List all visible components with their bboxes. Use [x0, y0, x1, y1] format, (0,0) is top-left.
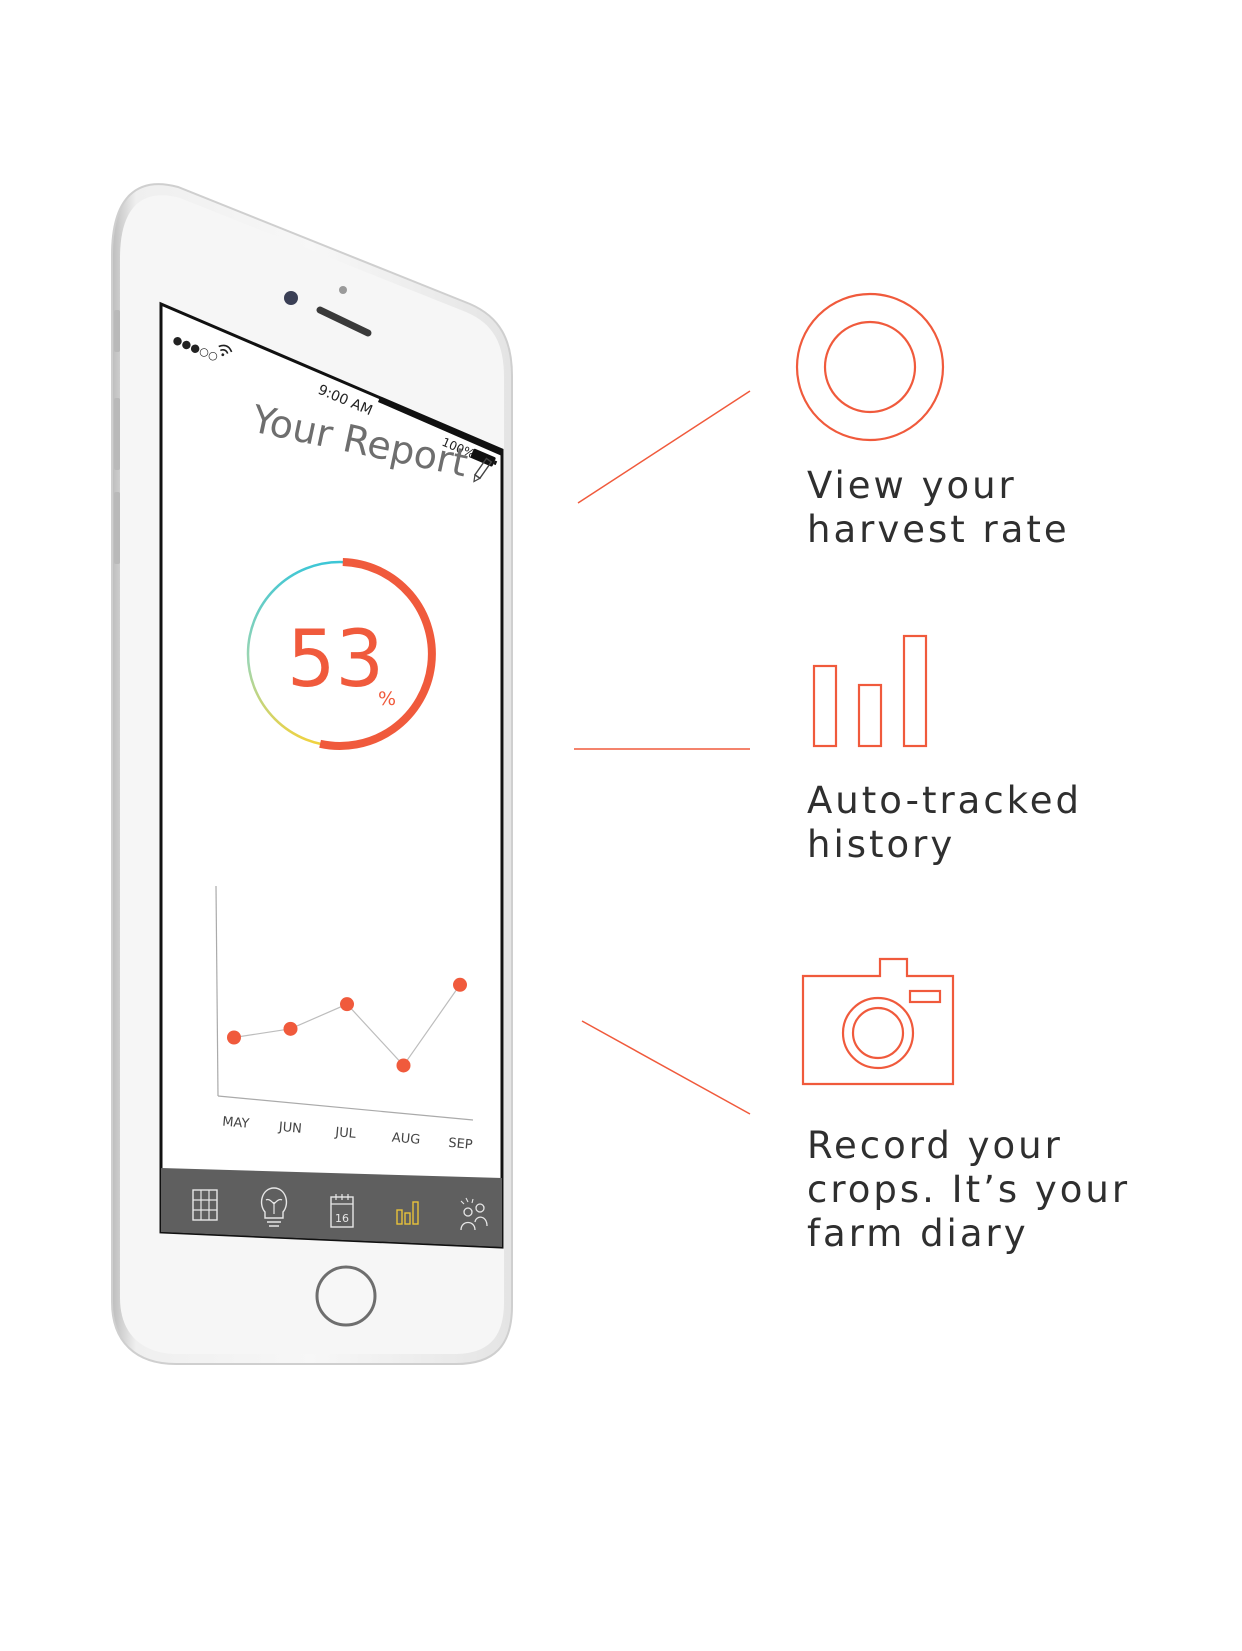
promo-stage: ●●●○○ 9:00 AM 100% Your Report 53 % MAY … [0, 0, 1242, 1651]
feature-history-text: Auto-tracked history [807, 779, 1083, 866]
volume-up-button [114, 398, 120, 470]
history-data-point [453, 977, 467, 992]
front-camera-icon [284, 291, 298, 305]
harvest-rate-value: 53 [287, 615, 384, 705]
camera-icon [801, 957, 955, 1086]
bar-chart-icon [812, 634, 928, 748]
x-tick-label: JUL [334, 1125, 358, 1142]
volume-down-button [114, 492, 120, 564]
ring-icon [795, 292, 945, 442]
connector-line-harvest [577, 390, 751, 504]
history-data-point [227, 1030, 241, 1045]
x-tick-label: SEP [448, 1136, 474, 1153]
history-data-point [396, 1058, 411, 1073]
proximity-sensor-icon [339, 286, 347, 294]
history-data-point [283, 1021, 298, 1036]
harvest-rate-unit: % [378, 688, 396, 710]
x-tick-label: JUN [277, 1120, 302, 1137]
connector-line-diary [581, 1020, 751, 1115]
phone-screen: ●●●○○ 9:00 AM 100% Your Report 53 % MAY … [159, 301, 504, 1249]
home-button[interactable] [315, 1265, 377, 1327]
mute-switch [114, 310, 120, 352]
feature-farm-diary-text: Record your crops. It’s your farm diary [807, 1124, 1131, 1255]
history-data-point [340, 997, 354, 1012]
x-tick-label: AUG [391, 1131, 421, 1148]
x-tick-label: MAY [222, 1115, 250, 1132]
feature-harvest-rate-text: View your harvest rate [807, 464, 1070, 551]
calendar-day: 16 [335, 1212, 349, 1225]
